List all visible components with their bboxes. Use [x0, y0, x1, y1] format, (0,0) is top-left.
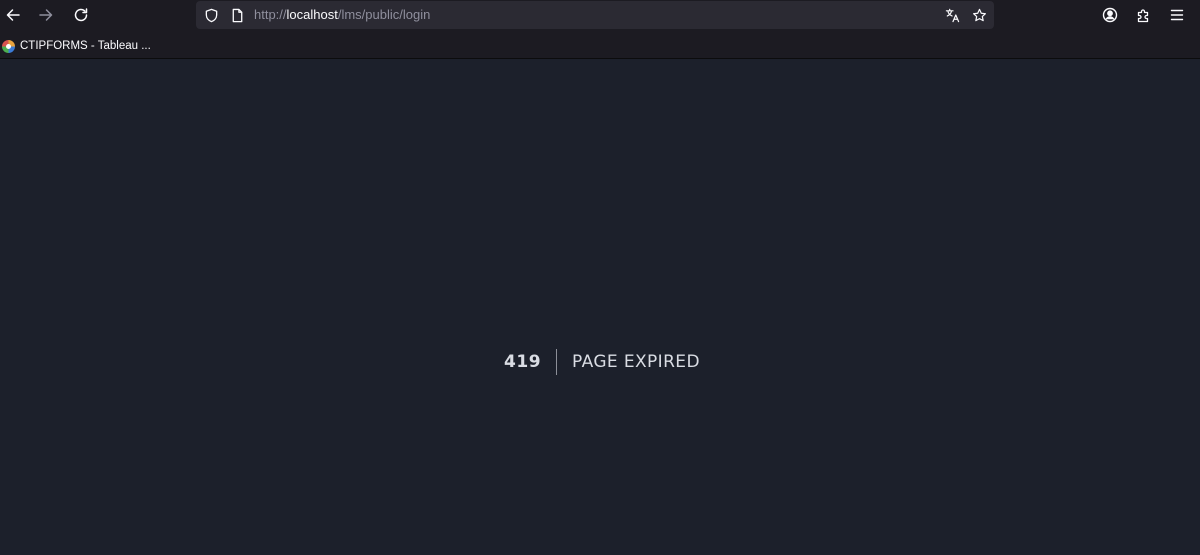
page-content: 419 PAGE EXPIRED — [0, 59, 1200, 555]
star-icon[interactable] — [971, 7, 987, 23]
reload-icon — [73, 7, 89, 27]
shield-icon[interactable] — [203, 7, 219, 23]
bookmark-item[interactable]: CTIPFORMS - Tableau ... — [2, 38, 151, 54]
browser-window: http://localhost/lms/public/login CTIPFO… — [0, 0, 1200, 555]
url-host: localhost — [286, 7, 338, 22]
arrow-right-icon — [38, 7, 54, 27]
puzzle-icon — [1136, 7, 1152, 27]
forward-button[interactable] — [33, 4, 59, 30]
navigation-toolbar: http://localhost/lms/public/login — [0, 0, 1200, 34]
page-icon[interactable] — [229, 7, 245, 23]
extensions-button[interactable] — [1131, 4, 1157, 30]
account-icon — [1102, 7, 1118, 27]
arrow-left-icon — [5, 7, 21, 27]
error-container: 419 PAGE EXPIRED — [2, 349, 1200, 375]
address-bar[interactable]: http://localhost/lms/public/login — [196, 1, 994, 29]
hamburger-menu-icon — [1169, 7, 1185, 27]
url-text[interactable]: http://localhost/lms/public/login — [254, 7, 430, 23]
tableau-favicon-icon — [2, 39, 15, 53]
reload-button[interactable] — [68, 4, 94, 30]
bookmark-label: CTIPFORMS - Tableau ... — [20, 40, 151, 52]
url-path: /lms/public/login — [337, 7, 431, 22]
back-button[interactable] — [0, 4, 26, 30]
error-code: 419 — [504, 349, 558, 375]
app-menu-button[interactable] — [1164, 4, 1190, 30]
url-prefix: http:// — [254, 7, 287, 22]
account-button[interactable] — [1097, 4, 1123, 30]
translate-icon[interactable] — [944, 7, 960, 23]
error-message: PAGE EXPIRED — [572, 352, 700, 372]
bookmarks-toolbar: CTIPFORMS - Tableau ... — [0, 34, 1200, 59]
